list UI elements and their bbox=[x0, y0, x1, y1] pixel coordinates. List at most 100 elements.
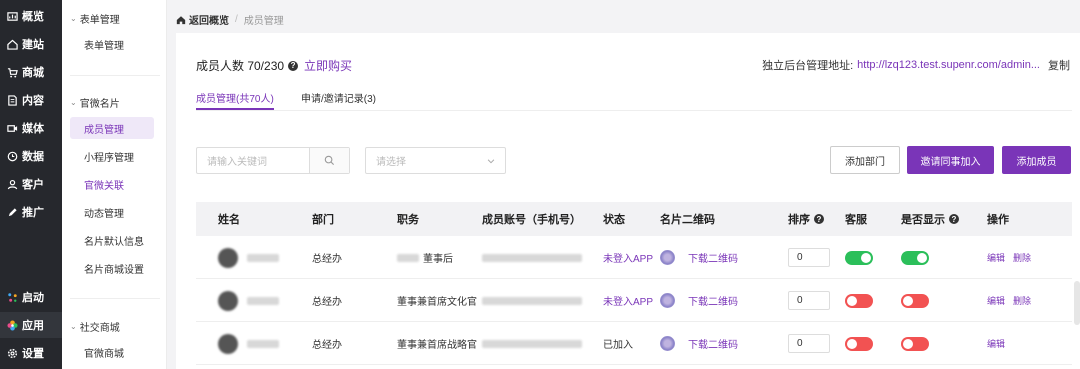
redacted-phone bbox=[482, 339, 582, 348]
menu-label: 成员管理 bbox=[84, 124, 124, 136]
sort-input[interactable]: 0 bbox=[788, 291, 830, 310]
rail-item-launch[interactable]: 启动 bbox=[0, 284, 62, 310]
member-name-cell bbox=[218, 279, 279, 322]
title-cell: 董事兼首席战略官 bbox=[397, 340, 477, 351]
edit-link[interactable]: 编辑 bbox=[987, 294, 1005, 307]
rail-item-shop[interactable]: 商城 bbox=[0, 59, 62, 85]
menu-group-social-shop[interactable]: ⌄ 社交商城 bbox=[70, 319, 120, 334]
home-icon bbox=[7, 39, 18, 50]
service-cell bbox=[845, 236, 873, 279]
menu-item-miniprogram[interactable]: 小程序管理 bbox=[70, 145, 154, 167]
service-toggle[interactable] bbox=[845, 336, 873, 351]
rail-item-settings[interactable]: 设置 bbox=[0, 340, 62, 366]
buy-now-link[interactable]: 立即购买 bbox=[304, 57, 352, 74]
menu-item-official-shop[interactable]: 官微商城 bbox=[70, 341, 154, 363]
help-icon[interactable]: ? bbox=[814, 214, 824, 224]
member-count: 成员人数 70/230 ? 立即购买 bbox=[196, 57, 352, 74]
home-icon bbox=[176, 15, 186, 24]
title-cell: 董事兼首席文化官 bbox=[397, 297, 477, 308]
rail-label: 启动 bbox=[22, 292, 44, 304]
breadcrumb-separator: / bbox=[235, 14, 238, 25]
department-cell: 总经办 bbox=[312, 297, 342, 308]
menu-group-forms[interactable]: ⌄ 表单管理 bbox=[70, 11, 120, 26]
admin-url-link[interactable]: http://lzq123.test.supenr.com/admin... bbox=[857, 59, 1040, 71]
scrollbar[interactable] bbox=[1074, 281, 1080, 325]
help-icon[interactable]: ? bbox=[288, 60, 299, 71]
menu-label: 名片默认信息 bbox=[84, 236, 144, 248]
rail-item-apps[interactable]: 应用 bbox=[0, 312, 62, 338]
rail-item-site[interactable]: 建站 bbox=[0, 31, 62, 57]
rail-label: 内容 bbox=[22, 95, 44, 107]
download-qr-link[interactable]: 下载二维码 bbox=[688, 336, 738, 351]
display-cell bbox=[901, 322, 929, 365]
rail-label: 客户 bbox=[22, 179, 44, 191]
menu-item-card-defaults[interactable]: 名片默认信息 bbox=[70, 229, 154, 251]
qr-code-icon[interactable] bbox=[660, 250, 675, 265]
rail-item-promotion[interactable]: 推广 bbox=[0, 199, 62, 225]
display-toggle[interactable] bbox=[901, 293, 929, 308]
rail-label: 商城 bbox=[22, 67, 44, 79]
rail-item-data[interactable]: 数据 bbox=[0, 143, 62, 169]
chevron-down-icon: ⌄ bbox=[70, 322, 77, 331]
column-header: 成员账号（手机号） bbox=[482, 214, 581, 226]
invite-colleague-button[interactable]: 邀请同事加入 bbox=[907, 146, 994, 174]
add-member-button[interactable]: 添加成员 bbox=[1002, 146, 1071, 174]
sort-cell: 0 bbox=[788, 279, 830, 322]
menu-label: 名片商城设置 bbox=[84, 264, 144, 276]
select-placeholder: 请选择 bbox=[376, 157, 406, 168]
delete-link[interactable]: 删除 bbox=[1013, 251, 1031, 264]
edit-icon bbox=[8, 207, 17, 216]
search-button[interactable] bbox=[309, 148, 349, 173]
menu-item-dynamics[interactable]: 动态管理 bbox=[70, 201, 154, 223]
delete-link[interactable]: 删除 bbox=[1013, 294, 1031, 307]
copy-button[interactable]: 复制 bbox=[1048, 57, 1070, 73]
department-select[interactable]: 请选择 bbox=[365, 147, 506, 174]
service-toggle[interactable] bbox=[845, 293, 873, 308]
redacted-phone bbox=[482, 253, 582, 262]
display-toggle[interactable] bbox=[901, 336, 929, 351]
column-header: 状态 bbox=[603, 214, 625, 226]
display-toggle[interactable] bbox=[901, 250, 929, 265]
tab-members[interactable]: 成员管理(共70人) bbox=[196, 90, 274, 105]
download-qr-link[interactable]: 下载二维码 bbox=[688, 250, 738, 265]
menu-item-card-shop-settings[interactable]: 名片商城设置 bbox=[70, 257, 154, 279]
chevron-down-icon: ⌄ bbox=[70, 98, 77, 107]
breadcrumb-current: 成员管理 bbox=[243, 16, 284, 27]
rail-item-overview[interactable]: 概览 bbox=[0, 3, 62, 29]
help-icon[interactable]: ? bbox=[949, 214, 959, 224]
qr-code-icon[interactable] bbox=[660, 293, 675, 308]
menu-label: 表单管理 bbox=[84, 40, 124, 52]
menu-group-card[interactable]: ⌄ 官微名片 bbox=[70, 95, 120, 110]
rail-item-media[interactable]: 媒体 bbox=[0, 115, 62, 141]
avatar bbox=[218, 290, 238, 311]
breadcrumb-home[interactable]: 返回概览 bbox=[176, 12, 229, 27]
rail-item-content[interactable]: 内容 bbox=[0, 87, 62, 113]
rail-label: 数据 bbox=[22, 151, 44, 163]
menu-item-official-link[interactable]: 官微关联 bbox=[70, 173, 154, 195]
chevron-down-icon bbox=[487, 158, 495, 163]
download-qr-link[interactable]: 下载二维码 bbox=[688, 293, 738, 308]
app-root: 概览 建站 商城 内容 媒体 数据 客户 推广 启动 应用 设置 ⌄ 表单管理 … bbox=[0, 0, 1080, 369]
sort-cell: 0 bbox=[788, 236, 830, 279]
gear-icon bbox=[7, 348, 18, 358]
service-cell bbox=[845, 322, 873, 365]
title-cell: 董事后 bbox=[397, 236, 453, 279]
service-toggle[interactable] bbox=[845, 250, 873, 265]
menu-item-member-management[interactable]: 成员管理 bbox=[70, 117, 154, 139]
add-department-button[interactable]: 添加部门 bbox=[830, 146, 900, 174]
menu-label: 官微关联 bbox=[84, 180, 124, 192]
menu-item-form-management[interactable]: 表单管理 bbox=[70, 33, 154, 55]
tab-divider bbox=[196, 110, 1072, 111]
rail-item-customers[interactable]: 客户 bbox=[0, 171, 62, 197]
status-cell: 未登入APP bbox=[603, 297, 654, 308]
main-nav-rail: 概览 建站 商城 内容 媒体 数据 客户 推广 启动 应用 设置 bbox=[0, 0, 62, 369]
redacted-text bbox=[397, 253, 419, 262]
qr-code-icon[interactable] bbox=[660, 336, 675, 351]
table-row: 总经办 董事兼首席战略官 已加入 下载二维码 0 编辑 bbox=[196, 322, 1072, 365]
edit-link[interactable]: 编辑 bbox=[987, 251, 1005, 264]
edit-link[interactable]: 编辑 bbox=[987, 337, 1005, 350]
search-input[interactable]: 请输入关键词 bbox=[197, 148, 309, 173]
tab-invitations[interactable]: 申请/邀请记录(3) bbox=[301, 90, 376, 105]
sort-input[interactable]: 0 bbox=[788, 248, 830, 267]
sort-input[interactable]: 0 bbox=[788, 334, 830, 353]
